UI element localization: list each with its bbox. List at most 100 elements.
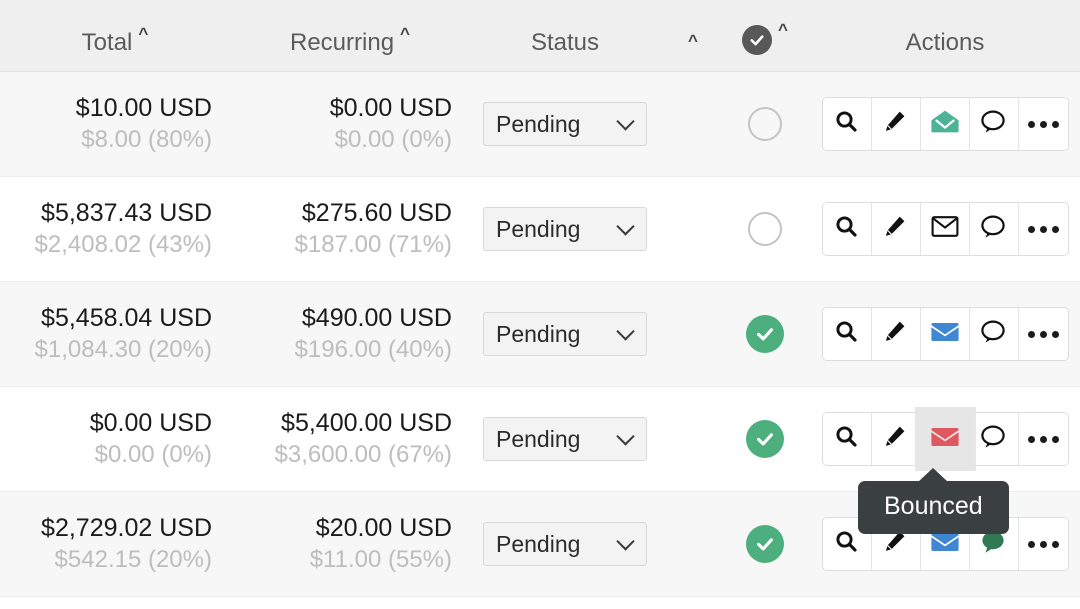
search-icon bbox=[834, 109, 860, 140]
more-icon-button[interactable] bbox=[1018, 308, 1068, 360]
table-header-row: Total ^ Recurring ^ Status ^ ^ Actions bbox=[0, 0, 1080, 72]
search-icon-button[interactable] bbox=[822, 203, 872, 255]
column-header-actions: Actions bbox=[810, 15, 1080, 57]
cell-total: $0.00 USD $0.00 (0%) bbox=[0, 407, 230, 471]
recurring-amount: $20.00 USD bbox=[315, 514, 452, 542]
cell-select[interactable] bbox=[720, 525, 810, 563]
edit-icon-button[interactable] bbox=[871, 203, 921, 255]
comment-icon-button[interactable] bbox=[969, 413, 1019, 465]
recurring-amount: $0.00 USD bbox=[329, 94, 452, 122]
circle-empty-icon[interactable] bbox=[748, 212, 782, 246]
email-unsent-icon-button[interactable] bbox=[920, 203, 970, 255]
check-circle-icon[interactable] bbox=[746, 420, 784, 458]
email-bounced-icon-button[interactable] bbox=[920, 413, 970, 465]
comment-icon-button[interactable] bbox=[969, 98, 1019, 150]
status-select-value: Pending bbox=[496, 426, 581, 452]
recurring-sub: $3,600.00 (67%) bbox=[274, 441, 452, 468]
chevron-down-icon[interactable] bbox=[616, 112, 635, 131]
action-button-group bbox=[821, 97, 1069, 151]
email-bounced-icon bbox=[930, 423, 959, 455]
edit-icon bbox=[883, 424, 908, 454]
status-select-value: Pending bbox=[496, 111, 581, 137]
check-circle-icon[interactable] bbox=[746, 525, 784, 563]
more-icon-button[interactable] bbox=[1018, 413, 1068, 465]
email-sent-icon bbox=[930, 318, 959, 350]
check-circle-icon[interactable] bbox=[746, 315, 784, 353]
column-header-select-all[interactable]: ^ bbox=[720, 17, 810, 55]
status-select-value: Pending bbox=[496, 531, 581, 557]
check-circle-icon[interactable] bbox=[742, 24, 773, 55]
email-sent-icon-button[interactable] bbox=[920, 308, 970, 360]
tooltip-bounced: Bounced bbox=[858, 468, 1009, 534]
cell-status: Pending bbox=[470, 522, 660, 566]
caret-up-icon[interactable]: ^ bbox=[400, 25, 410, 42]
email-opened-icon-button[interactable] bbox=[920, 98, 970, 150]
more-icon-button[interactable] bbox=[1018, 518, 1068, 570]
comment-icon-button[interactable] bbox=[969, 203, 1019, 255]
more-icon bbox=[1027, 225, 1059, 233]
cell-actions bbox=[810, 412, 1080, 466]
column-header-total[interactable]: Total ^ bbox=[0, 15, 230, 57]
caret-up-icon[interactable]: ^ bbox=[688, 32, 698, 49]
comment-icon bbox=[980, 214, 1007, 245]
cell-actions bbox=[810, 202, 1080, 256]
total-amount: $5,458.04 USD bbox=[41, 304, 212, 332]
caret-up-icon[interactable]: ^ bbox=[778, 21, 788, 38]
search-icon bbox=[834, 319, 860, 350]
cell-select[interactable] bbox=[720, 212, 810, 246]
more-icon bbox=[1027, 435, 1059, 443]
total-amount: $0.00 USD bbox=[89, 409, 212, 437]
table-row: $5,458.04 USD $1,084.30 (20%) $490.00 USD $… bbox=[0, 282, 1080, 387]
more-icon-button[interactable] bbox=[1018, 203, 1068, 255]
cell-status: Pending bbox=[470, 102, 660, 146]
cell-actions bbox=[810, 307, 1080, 361]
column-header-status-label: Status bbox=[530, 28, 600, 56]
comment-icon-button[interactable] bbox=[969, 308, 1019, 360]
cell-status: Pending bbox=[470, 417, 660, 461]
comment-icon bbox=[980, 109, 1007, 140]
circle-empty-icon[interactable] bbox=[748, 107, 782, 141]
action-button-group bbox=[821, 307, 1069, 361]
total-sub: $1,084.30 (20%) bbox=[34, 336, 212, 363]
recurring-sub: $0.00 (0%) bbox=[334, 126, 452, 153]
column-header-status[interactable]: Status bbox=[470, 15, 660, 57]
status-select-value: Pending bbox=[496, 216, 581, 242]
search-icon-button[interactable] bbox=[822, 98, 872, 150]
cell-status: Pending bbox=[470, 312, 660, 356]
column-header-recurring[interactable]: Recurring ^ bbox=[230, 15, 470, 57]
edit-icon-button[interactable] bbox=[871, 413, 921, 465]
cell-select[interactable] bbox=[720, 315, 810, 353]
action-button-group bbox=[821, 412, 1069, 466]
status-select[interactable]: Pending bbox=[483, 312, 647, 356]
chevron-down-icon[interactable] bbox=[616, 427, 635, 446]
recurring-sub: $196.00 (40%) bbox=[294, 336, 452, 363]
cell-total: $2,729.02 USD $542.15 (20%) bbox=[0, 512, 230, 576]
more-icon-button[interactable] bbox=[1018, 98, 1068, 150]
chevron-down-icon[interactable] bbox=[616, 322, 635, 341]
edit-icon-button[interactable] bbox=[871, 98, 921, 150]
column-header-status-sort[interactable]: ^ bbox=[660, 22, 720, 50]
status-select[interactable]: Pending bbox=[483, 417, 647, 461]
cell-select[interactable] bbox=[720, 420, 810, 458]
cell-total: $5,458.04 USD $1,084.30 (20%) bbox=[0, 302, 230, 366]
status-select[interactable]: Pending bbox=[483, 522, 647, 566]
search-icon-button[interactable] bbox=[822, 308, 872, 360]
status-select[interactable]: Pending bbox=[483, 102, 647, 146]
search-icon bbox=[834, 424, 860, 455]
column-header-recurring-label: Recurring bbox=[290, 28, 395, 56]
cell-total: $5,837.43 USD $2,408.02 (43%) bbox=[0, 197, 230, 261]
chevron-down-icon[interactable] bbox=[616, 532, 635, 551]
caret-up-icon[interactable]: ^ bbox=[138, 25, 148, 42]
search-icon-button[interactable] bbox=[822, 413, 872, 465]
table-row: $5,837.43 USD $2,408.02 (43%) $275.60 USD $… bbox=[0, 177, 1080, 282]
table-row: $10.00 USD $8.00 (80%) $0.00 USD $0.00 (0%)… bbox=[0, 72, 1080, 177]
edit-icon-button[interactable] bbox=[871, 308, 921, 360]
cell-actions bbox=[810, 97, 1080, 151]
more-icon bbox=[1027, 540, 1059, 548]
cell-recurring: $275.60 USD $187.00 (71%) bbox=[230, 197, 470, 261]
cell-select[interactable] bbox=[720, 107, 810, 141]
chevron-down-icon[interactable] bbox=[616, 217, 635, 236]
column-header-total-label: Total bbox=[81, 28, 133, 56]
total-sub: $0.00 (0%) bbox=[94, 441, 212, 468]
status-select[interactable]: Pending bbox=[483, 207, 647, 251]
